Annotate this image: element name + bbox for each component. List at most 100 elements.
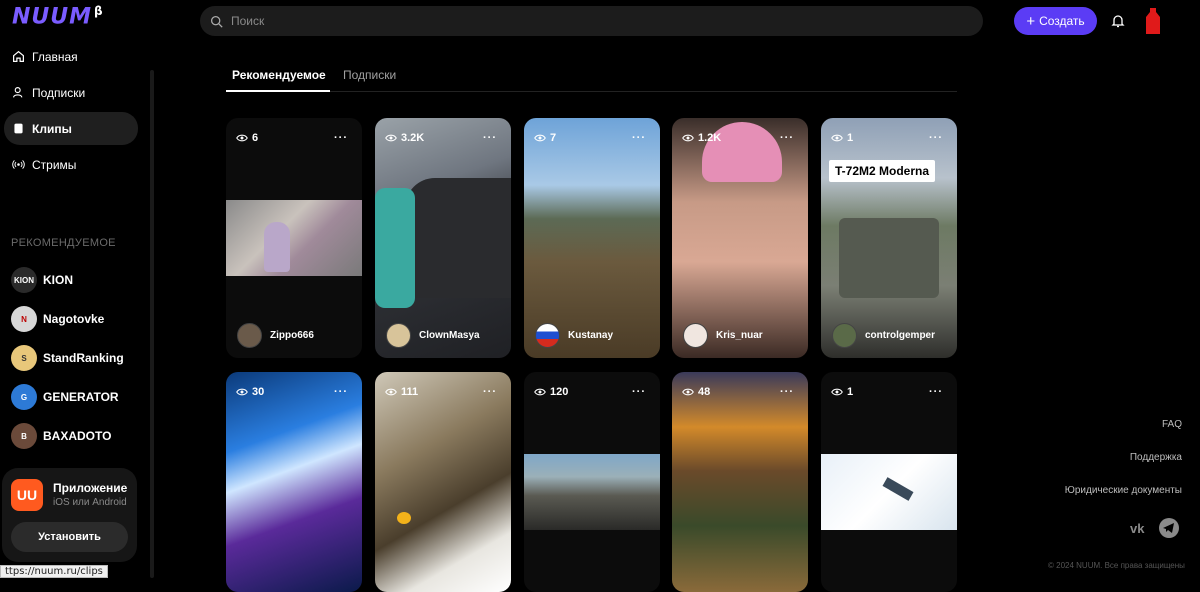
author-avatar <box>386 323 411 348</box>
eye-icon <box>534 134 546 142</box>
feed-tabs: Рекомендуемое Подписки <box>226 64 957 92</box>
more-options-icon[interactable]: ··· <box>929 132 943 144</box>
tab-subscriptions[interactable]: Подписки <box>343 68 396 82</box>
clip-card[interactable]: 6 ··· Zippo666 <box>226 118 362 358</box>
channel-baxadoto[interactable]: B BAXADOTO <box>11 423 111 449</box>
search-bar[interactable] <box>200 6 983 36</box>
telegram-icon[interactable] <box>1158 517 1180 539</box>
view-count: 1.2K <box>682 132 721 144</box>
view-count: 3.2K <box>385 132 424 144</box>
more-options-icon[interactable]: ··· <box>632 386 646 398</box>
home-icon <box>13 50 24 62</box>
channel-standranking[interactable]: S StandRanking <box>11 345 124 371</box>
status-bar-url: ttps://nuum.ru/clips <box>0 565 108 578</box>
app-promo-subtitle: iOS или Android <box>53 497 127 508</box>
author-avatar <box>683 323 708 348</box>
search-icon <box>210 15 223 28</box>
clip-card[interactable]: 7 ··· Kustanay <box>524 118 660 358</box>
author-avatar <box>237 323 262 348</box>
create-button[interactable]: + Создать <box>1014 7 1097 35</box>
eye-icon <box>682 388 694 396</box>
clip-card[interactable]: 30 ··· <box>226 372 362 592</box>
search-input[interactable] <box>229 13 929 29</box>
clip-card[interactable]: 3.2K ··· ClownMasya <box>375 118 511 358</box>
eye-icon <box>831 388 843 396</box>
clip-author[interactable]: Kustanay <box>535 323 613 348</box>
clip-card[interactable]: 48 ··· <box>672 372 808 592</box>
svg-text:vk: vk <box>1130 521 1145 536</box>
clip-author[interactable]: Kris_nuar <box>683 323 763 348</box>
nuum-app-icon: UU <box>11 479 43 511</box>
eye-icon <box>831 134 843 142</box>
more-options-icon[interactable]: ··· <box>483 132 497 144</box>
support-link[interactable]: Поддержка <box>1130 452 1182 463</box>
channel-nagotovke[interactable]: N Nagotovke <box>11 306 104 332</box>
view-count: 48 <box>682 386 710 398</box>
more-options-icon[interactable]: ··· <box>780 386 794 398</box>
eye-icon <box>236 134 248 142</box>
eye-icon <box>534 388 546 396</box>
more-options-icon[interactable]: ··· <box>780 132 794 144</box>
subscriptions-icon <box>13 87 23 98</box>
clip-card[interactable]: 111 ··· <box>375 372 511 592</box>
clip-thumbnail <box>226 200 362 276</box>
sidebar: NUUM β Главная Подписки Клипы Стримы РЕКО… <box>0 0 150 578</box>
clip-overlay-title: T-72M2 Moderna <box>829 160 936 182</box>
copyright: © 2024 NUUM. Все права защищены <box>1048 561 1185 570</box>
active-tab-underline <box>226 90 330 92</box>
more-options-icon[interactable]: ··· <box>334 386 348 398</box>
view-count: 111 <box>385 386 418 398</box>
author-avatar <box>535 323 560 348</box>
sidebar-scrollbar[interactable] <box>150 70 154 578</box>
channel-generator[interactable]: G GENERATOR <box>11 384 119 410</box>
avatar: S <box>11 345 37 371</box>
nav-clips[interactable]: Клипы <box>4 112 138 145</box>
plus-icon: + <box>1026 12 1036 30</box>
vk-icon[interactable]: vk <box>1128 517 1150 539</box>
view-count: 30 <box>236 386 264 398</box>
clips-icon <box>14 123 23 134</box>
more-options-icon[interactable]: ··· <box>632 132 646 144</box>
eye-icon <box>682 134 694 142</box>
author-avatar <box>832 323 857 348</box>
clip-card[interactable]: 1.2K ··· Kris_nuar <box>672 118 808 358</box>
nav-home[interactable]: Главная <box>4 40 138 73</box>
avatar: G <box>11 384 37 410</box>
streams-icon <box>12 160 25 169</box>
more-options-icon[interactable]: ··· <box>483 386 497 398</box>
eye-icon <box>385 388 397 396</box>
clip-author[interactable]: Zippo666 <box>237 323 314 348</box>
nav-subscriptions[interactable]: Подписки <box>4 76 138 109</box>
tab-recommended[interactable]: Рекомендуемое <box>232 68 326 82</box>
more-options-icon[interactable]: ··· <box>334 132 348 144</box>
avatar: KION <box>11 267 37 293</box>
nav-streams[interactable]: Стримы <box>4 148 138 181</box>
avatar: N <box>11 306 37 332</box>
view-count: 1 <box>831 386 853 398</box>
clip-card[interactable]: 1 ··· <box>821 372 957 592</box>
channel-kion[interactable]: KION KION <box>11 267 73 293</box>
avatar: B <box>11 423 37 449</box>
view-count: 7 <box>534 132 556 144</box>
eye-icon <box>385 134 397 142</box>
install-button[interactable]: Установить <box>11 522 128 552</box>
clip-author[interactable]: ClownMasya <box>386 323 480 348</box>
eye-icon <box>236 388 248 396</box>
bell-icon[interactable] <box>1110 13 1126 29</box>
clip-card[interactable]: 120 ··· <box>524 372 660 592</box>
clip-author[interactable]: controlgemper <box>832 323 935 348</box>
legal-docs-link[interactable]: Юридические документы <box>1065 485 1182 496</box>
view-count: 6 <box>236 132 258 144</box>
view-count: 120 <box>534 386 568 398</box>
clip-thumbnail <box>524 454 660 530</box>
faq-link[interactable]: FAQ <box>1162 419 1182 430</box>
view-count: 1 <box>831 132 853 144</box>
app-promo-title: Приложение <box>53 481 128 495</box>
clip-card[interactable]: 1 ··· T-72M2 Moderna controlgemper <box>821 118 957 358</box>
app-promo-card: UU Приложение iOS или Android Установить <box>2 468 137 562</box>
user-avatar[interactable] <box>1144 8 1162 34</box>
nuum-logo[interactable]: NUUM β <box>12 4 104 29</box>
clip-thumbnail <box>821 454 957 530</box>
recommended-title: РЕКОМЕНДУЕМОЕ <box>11 237 116 249</box>
more-options-icon[interactable]: ··· <box>929 386 943 398</box>
